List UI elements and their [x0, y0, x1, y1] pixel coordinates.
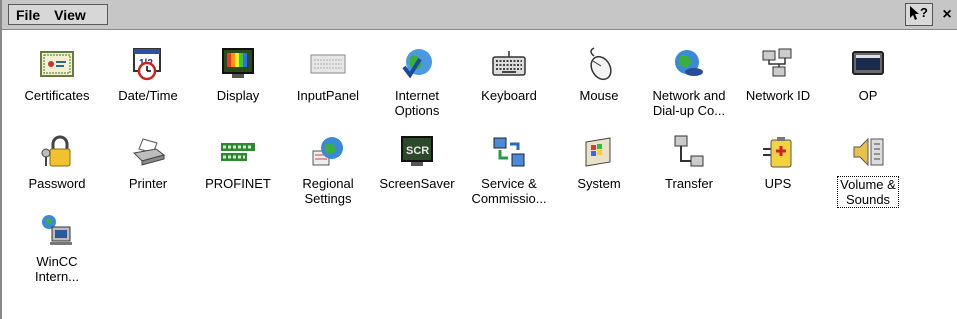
network-globe-icon: [671, 46, 707, 82]
applet-label: Certificates: [24, 88, 90, 103]
applet-internet-options[interactable]: Internet Options: [368, 46, 466, 118]
applet-ups[interactable]: UPS: [729, 134, 827, 191]
applet-label: Password: [28, 176, 86, 191]
wincc-internet-icon: [39, 212, 75, 248]
system-icon: [581, 134, 617, 170]
network-id-icon: [760, 46, 796, 82]
mouse-icon: [581, 46, 617, 82]
svg-text:?: ?: [920, 5, 928, 20]
applet-mouse[interactable]: Mouse: [550, 46, 648, 103]
applet-label: Network and Dial-up Co...: [652, 88, 726, 118]
applet-display[interactable]: Display: [189, 46, 287, 103]
applet-label: Display: [216, 88, 260, 103]
applet-label: OP: [858, 88, 878, 103]
ups-battery-icon: [760, 134, 796, 170]
applet-label: Service & Commissio...: [471, 176, 547, 206]
applet-label: Printer: [128, 176, 168, 191]
applet-label: Mouse: [579, 88, 619, 103]
applet-grid: Certificates 1|2 Date/Time Display Input…: [2, 32, 957, 319]
menu-group: File View: [8, 4, 108, 25]
applet-volume-sounds[interactable]: Volume & Sounds: [819, 134, 917, 208]
help-button[interactable]: ?: [905, 3, 933, 26]
applet-date-time[interactable]: 1|2 Date/Time: [99, 46, 197, 103]
monitor-icon: [850, 46, 886, 82]
applet-op[interactable]: OP: [819, 46, 917, 103]
transfer-icon: [671, 134, 707, 170]
applet-label: UPS: [764, 176, 792, 191]
svg-text:SCR: SCR: [406, 145, 429, 157]
applet-certificates[interactable]: Certificates: [8, 46, 106, 103]
control-panel-window: File View ? × Certificates 1|2 Date/: [0, 0, 957, 319]
speaker-icon: [850, 134, 886, 170]
applet-label: Transfer: [665, 176, 713, 191]
applet-profinet[interactable]: PROFINET: [189, 134, 287, 191]
applet-label: Regional Settings: [302, 176, 354, 206]
applet-label: Internet Options: [394, 88, 440, 118]
applet-printer[interactable]: Printer: [99, 134, 197, 191]
applet-label: Volume & Sounds: [837, 176, 899, 208]
applet-keyboard[interactable]: Keyboard: [460, 46, 558, 103]
applet-label: Network ID: [745, 88, 811, 103]
applet-label: InputPanel: [296, 88, 360, 103]
applet-password[interactable]: Password: [8, 134, 106, 191]
applet-regional-settings[interactable]: Regional Settings: [279, 134, 377, 206]
keyboard-icon: [491, 46, 527, 82]
padlock-keys-icon: [39, 134, 75, 170]
applet-transfer[interactable]: Transfer: [640, 134, 738, 191]
applet-label: Keyboard: [481, 88, 537, 103]
calendar-clock-icon: 1|2: [130, 46, 166, 82]
applet-label: Date/Time: [118, 88, 178, 103]
keyboard-panel-icon: [310, 46, 346, 82]
display-icon: [220, 46, 256, 82]
screensaver-icon: SCR: [399, 134, 435, 170]
applet-inputpanel[interactable]: InputPanel: [279, 46, 377, 103]
applet-network-dialup[interactable]: Network and Dial-up Co...: [640, 46, 738, 118]
profinet-icon: [220, 134, 256, 170]
applet-label: ScreenSaver: [379, 176, 455, 191]
help-question-icon: ?: [908, 5, 930, 25]
applet-label: System: [577, 176, 621, 191]
applet-wincc-internet[interactable]: WinCC Intern...: [8, 212, 106, 284]
applet-system[interactable]: System: [550, 134, 648, 191]
printer-icon: [130, 134, 166, 170]
globe-check-icon: [399, 46, 435, 82]
applet-label: WinCC Intern...: [34, 254, 80, 284]
applet-screensaver[interactable]: SCR ScreenSaver: [368, 134, 466, 191]
menu-file[interactable]: File: [9, 7, 47, 23]
service-transfer-icon: [491, 134, 527, 170]
certificate-icon: [39, 46, 75, 82]
regional-globe-icon: [310, 134, 346, 170]
menubar: File View ? ×: [2, 0, 957, 30]
applet-service-commissioning[interactable]: Service & Commissio...: [460, 134, 558, 206]
applet-network-id[interactable]: Network ID: [729, 46, 827, 103]
applet-label: PROFINET: [205, 176, 271, 191]
menu-view[interactable]: View: [47, 7, 93, 23]
close-button[interactable]: ×: [935, 3, 957, 26]
